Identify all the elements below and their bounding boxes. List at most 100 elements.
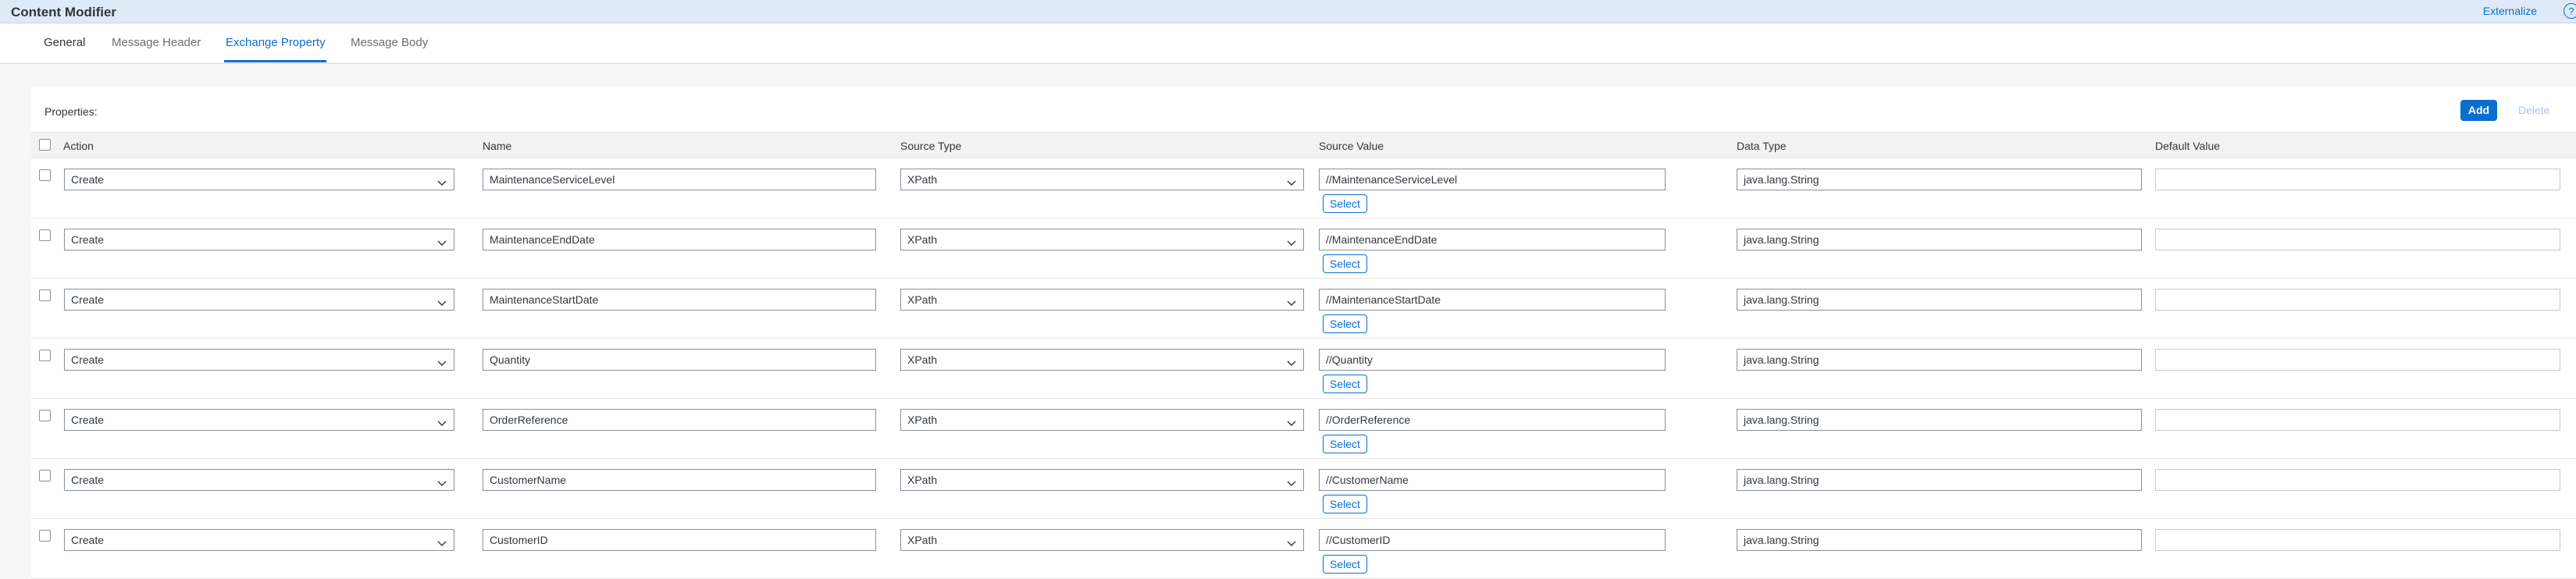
- source-type-select-value: XPath: [907, 534, 938, 546]
- chevron-down-icon: [436, 174, 447, 186]
- action-select[interactable]: Create: [64, 469, 454, 491]
- column-header-source-value: Source Value: [1319, 140, 1384, 152]
- select-button[interactable]: Select: [1323, 435, 1367, 453]
- table-row: Create OrderReference XPath //OrderReferenc…: [31, 399, 2576, 459]
- chevron-down-icon: [1286, 535, 1297, 546]
- select-all-checkbox[interactable]: [39, 139, 51, 151]
- properties-label: Properties:: [45, 105, 98, 118]
- source-type-select-value: XPath: [907, 353, 938, 366]
- action-select[interactable]: Create: [64, 529, 454, 551]
- default-value-field[interactable]: [2155, 169, 2560, 190]
- action-select-value: Create: [71, 233, 105, 246]
- select-button[interactable]: Select: [1323, 555, 1367, 574]
- add-button[interactable]: Add: [2460, 100, 2497, 121]
- source-type-select[interactable]: XPath: [900, 529, 1304, 551]
- source-value-field[interactable]: //CustomerName: [1319, 469, 1666, 491]
- source-type-select[interactable]: XPath: [900, 229, 1304, 250]
- source-value-field[interactable]: //Quantity: [1319, 349, 1666, 371]
- tab-general[interactable]: General: [44, 36, 85, 49]
- source-type-select-value: XPath: [907, 293, 938, 306]
- select-button[interactable]: Select: [1323, 314, 1367, 333]
- data-type-field[interactable]: java.lang.String: [1737, 229, 2142, 250]
- table-row: Create MaintenanceStartDate XPath //Mainten…: [31, 279, 2576, 339]
- source-type-select[interactable]: XPath: [900, 169, 1304, 190]
- chevron-down-icon: [1286, 414, 1297, 426]
- chevron-down-icon: [436, 474, 447, 486]
- column-header-name: Name: [483, 140, 512, 152]
- select-button[interactable]: Select: [1323, 194, 1367, 213]
- chevron-down-icon: [436, 234, 447, 246]
- action-select[interactable]: Create: [64, 289, 454, 311]
- action-select[interactable]: Create: [64, 409, 454, 431]
- row-checkbox[interactable]: [39, 410, 51, 421]
- name-field[interactable]: CustomerName: [483, 469, 876, 491]
- table-header: Action Name Source Type Source Value Dat…: [31, 132, 2576, 158]
- row-checkbox[interactable]: [39, 530, 51, 542]
- tab-exchange-property[interactable]: Exchange Property: [226, 36, 326, 49]
- page-title: Content Modifier: [11, 5, 117, 20]
- chevron-down-icon: [436, 354, 447, 366]
- select-button[interactable]: Select: [1323, 495, 1367, 513]
- chevron-down-icon: [436, 294, 447, 306]
- name-field[interactable]: OrderReference: [483, 409, 876, 431]
- action-select-value: Create: [71, 414, 105, 426]
- help-icon[interactable]: ?: [2564, 3, 2576, 19]
- source-value-field[interactable]: //CustomerID: [1319, 529, 1666, 551]
- chevron-down-icon: [1286, 174, 1297, 186]
- data-type-field[interactable]: java.lang.String: [1737, 169, 2142, 190]
- name-field[interactable]: Quantity: [483, 349, 876, 371]
- chevron-down-icon: [1286, 234, 1297, 246]
- action-select[interactable]: Create: [64, 169, 454, 190]
- select-button[interactable]: Select: [1323, 254, 1367, 273]
- row-checkbox[interactable]: [39, 350, 51, 361]
- data-type-field[interactable]: java.lang.String: [1737, 529, 2142, 551]
- externalize-link[interactable]: Externalize: [2483, 5, 2537, 17]
- action-select-value: Create: [71, 173, 105, 186]
- data-type-field[interactable]: java.lang.String: [1737, 289, 2142, 311]
- default-value-field[interactable]: [2155, 469, 2560, 491]
- source-type-select[interactable]: XPath: [900, 349, 1304, 371]
- default-value-field[interactable]: [2155, 349, 2560, 371]
- action-select[interactable]: Create: [64, 229, 454, 250]
- active-tab-indicator: [224, 60, 326, 62]
- source-value-field[interactable]: //OrderReference: [1319, 409, 1666, 431]
- row-checkbox[interactable]: [39, 470, 51, 481]
- tab-bar: General Message Header Exchange Property…: [0, 23, 2576, 64]
- row-checkbox[interactable]: [39, 169, 51, 181]
- row-checkbox[interactable]: [39, 290, 51, 301]
- chevron-down-icon: [1286, 354, 1297, 366]
- default-value-field[interactable]: [2155, 409, 2560, 431]
- name-field[interactable]: MaintenanceServiceLevel: [483, 169, 876, 190]
- data-type-field[interactable]: java.lang.String: [1737, 469, 2142, 491]
- source-value-field[interactable]: //MaintenanceServiceLevel: [1319, 169, 1666, 190]
- title-bar: Content Modifier Externalize ?: [0, 0, 2576, 23]
- delete-button[interactable]: Delete: [2518, 104, 2549, 116]
- table-row: Create Quantity XPath //Quantity Select java.…: [31, 339, 2576, 399]
- default-value-field[interactable]: [2155, 529, 2560, 551]
- source-type-select[interactable]: XPath: [900, 469, 1304, 491]
- source-type-select-value: XPath: [907, 173, 938, 186]
- action-select[interactable]: Create: [64, 349, 454, 371]
- data-type-field[interactable]: java.lang.String: [1737, 409, 2142, 431]
- source-type-select[interactable]: XPath: [900, 409, 1304, 431]
- tab-message-body[interactable]: Message Body: [351, 36, 428, 49]
- row-checkbox[interactable]: [39, 229, 51, 241]
- tab-message-header[interactable]: Message Header: [112, 36, 201, 49]
- column-header-data-type: Data Type: [1737, 140, 1787, 152]
- source-value-field[interactable]: //MaintenanceStartDate: [1319, 289, 1666, 311]
- column-header-default-value: Default Value: [2155, 140, 2221, 152]
- default-value-field[interactable]: [2155, 229, 2560, 250]
- source-type-select-value: XPath: [907, 474, 938, 486]
- name-field[interactable]: MaintenanceEndDate: [483, 229, 876, 250]
- default-value-field[interactable]: [2155, 289, 2560, 311]
- action-select-value: Create: [71, 353, 105, 366]
- name-field[interactable]: MaintenanceStartDate: [483, 289, 876, 311]
- chevron-down-icon: [436, 414, 447, 426]
- name-field[interactable]: CustomerID: [483, 529, 876, 551]
- source-value-field[interactable]: //MaintenanceEndDate: [1319, 229, 1666, 250]
- data-type-field[interactable]: java.lang.String: [1737, 349, 2142, 371]
- source-type-select[interactable]: XPath: [900, 289, 1304, 311]
- table-row: Create MaintenanceEndDate XPath //Maintenan…: [31, 218, 2576, 279]
- select-button[interactable]: Select: [1323, 375, 1367, 393]
- chevron-down-icon: [436, 535, 447, 546]
